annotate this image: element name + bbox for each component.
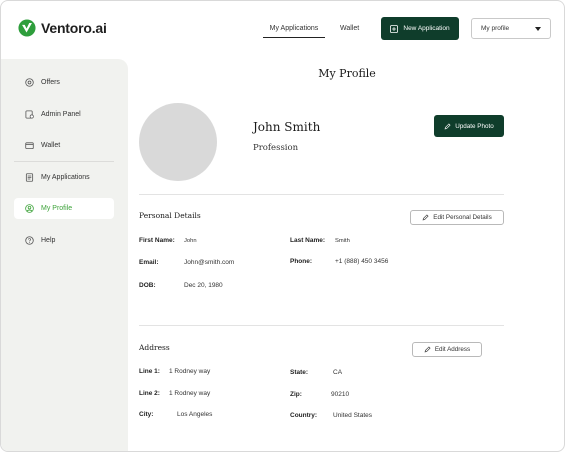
update-photo-label: Update Photo <box>455 122 494 130</box>
offers-icon <box>25 78 34 87</box>
last-name-value: Smith <box>335 238 350 244</box>
sidebar-item-offers[interactable]: Offers <box>14 72 114 93</box>
applications-icon <box>25 173 34 182</box>
line2-label: Line 2: <box>139 390 160 397</box>
profile-dropdown[interactable]: My profile <box>471 18 551 39</box>
sidebar-item-help[interactable]: Help <box>14 230 114 251</box>
country-label: Country: <box>290 412 318 419</box>
pencil-icon <box>422 214 429 221</box>
phone-label: Phone: <box>290 258 313 265</box>
avatar <box>139 103 217 181</box>
sidebar-item-my-applications[interactable]: My Applications <box>14 167 114 188</box>
country-value: United States <box>333 412 373 419</box>
page-title: My Profile <box>318 67 376 80</box>
profile-profession: Profession <box>253 143 299 153</box>
wallet-icon <box>25 142 34 150</box>
help-icon <box>25 236 34 245</box>
profile-dropdown-value: My profile <box>481 25 510 32</box>
state-label: State: <box>290 369 309 376</box>
personal-details-title: Personal Details <box>139 211 201 220</box>
pencil-icon <box>444 122 451 129</box>
sidebar-divider <box>14 161 114 162</box>
sidebar-item-label: Wallet <box>41 142 61 149</box>
zip-label: Zip: <box>290 391 302 398</box>
dob-value: Dec 20, 1980 <box>184 282 223 289</box>
section-divider <box>139 194 504 195</box>
app-window: Ventoro.ai My Applications Wallet New Ap… <box>0 0 565 452</box>
ventoro-logo-icon <box>18 19 36 37</box>
new-application-button[interactable]: New Application <box>381 17 459 40</box>
dob-label: DOB: <box>139 282 156 289</box>
chevron-down-icon <box>535 26 541 31</box>
edit-address-label: Edit Address <box>434 346 471 353</box>
first-name-value: John <box>184 238 197 244</box>
topnav-wallet[interactable]: Wallet <box>340 25 359 32</box>
sidebar-item-my-profile[interactable]: My Profile <box>14 198 114 219</box>
line1-value: 1 Rodney way <box>169 368 211 375</box>
profile-name: John Smith <box>253 120 321 134</box>
last-name-label: Last Name: <box>290 237 326 244</box>
address-title: Address <box>139 343 170 352</box>
update-photo-button[interactable]: Update Photo <box>434 115 504 137</box>
sidebar-item-label: My Applications <box>41 174 90 181</box>
profile-icon <box>25 204 34 213</box>
admin-panel-icon <box>25 110 34 119</box>
email-value: John@smith.com <box>184 259 235 266</box>
new-application-label: New Application <box>403 25 450 32</box>
edit-personal-details-button[interactable]: Edit Personal Details <box>410 210 504 225</box>
sidebar-item-label: Offers <box>41 79 60 86</box>
topnav-my-applications[interactable]: My Applications <box>263 25 325 38</box>
city-label: City: <box>139 411 154 418</box>
sidebar-item-label: My Profile <box>41 205 73 212</box>
line1-label: Line 1: <box>139 368 160 375</box>
brand-name: Ventoro.ai <box>41 20 107 36</box>
sidebar-item-admin-panel[interactable]: Admin Panel <box>14 104 114 125</box>
add-icon <box>390 24 399 33</box>
line2-value: 1 Rodney way <box>169 390 211 397</box>
email-label: Email: <box>139 259 159 266</box>
city-value: Los Angeles <box>177 411 213 418</box>
first-name-label: First Name: <box>139 237 175 244</box>
section-divider <box>139 325 504 326</box>
phone-value: +1 (888) 450 3456 <box>335 258 389 265</box>
sidebar-item-wallet[interactable]: Wallet <box>14 135 114 156</box>
sidebar-item-label: Admin Panel <box>41 111 81 118</box>
brand-logo[interactable]: Ventoro.ai <box>18 19 107 37</box>
edit-address-button[interactable]: Edit Address <box>412 342 482 357</box>
state-value: CA <box>333 369 343 376</box>
edit-personal-details-label: Edit Personal Details <box>433 214 492 221</box>
zip-value: 90210 <box>331 391 350 398</box>
pencil-icon <box>424 346 431 353</box>
sidebar-item-label: Help <box>41 237 56 244</box>
